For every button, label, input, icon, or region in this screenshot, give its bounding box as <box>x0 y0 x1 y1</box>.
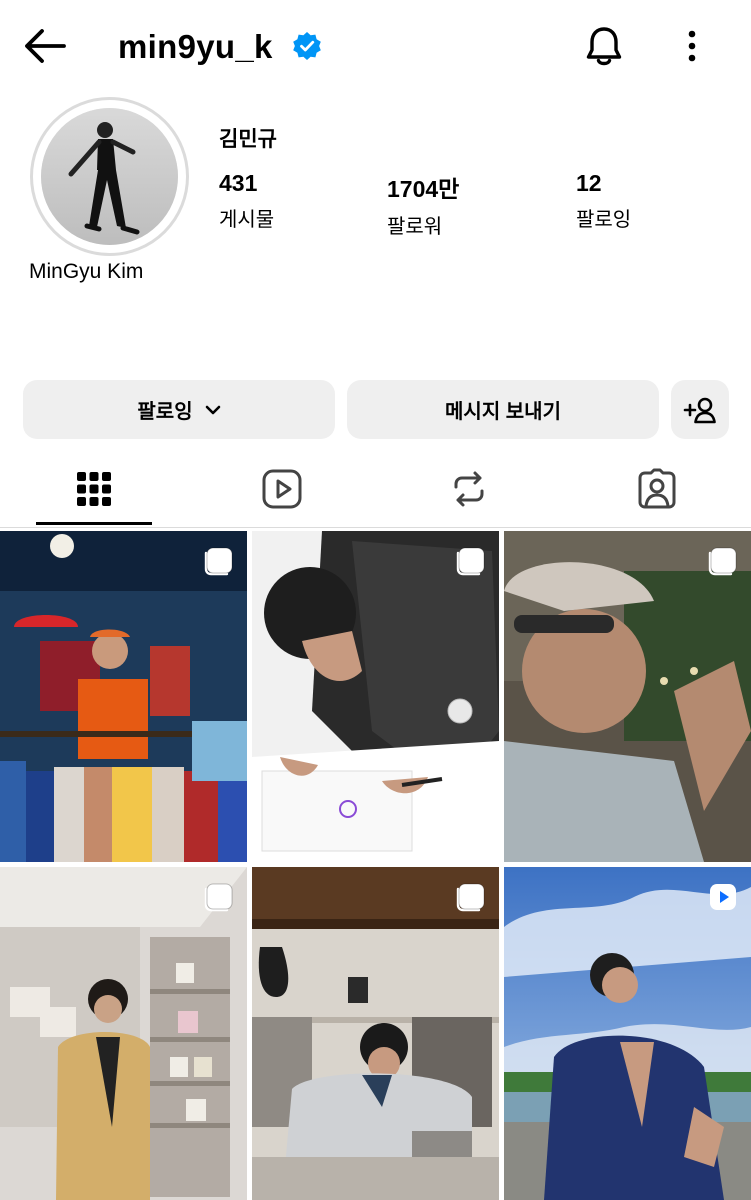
post-thumbnail[interactable] <box>252 531 499 862</box>
carousel-icon <box>708 547 737 576</box>
stat-followers-value: 1704만 <box>387 176 460 202</box>
carousel-icon <box>456 883 485 912</box>
post-thumbnail[interactable] <box>504 867 751 1200</box>
stat-followers[interactable]: 1704만 팔로워 <box>387 170 459 239</box>
following-button-label: 팔로잉 <box>137 401 193 423</box>
stat-following-value: 12 <box>576 170 602 196</box>
post-image-drawing <box>252 531 499 862</box>
grid-icon <box>77 472 111 506</box>
post-image-outdoor-sky <box>504 867 751 1200</box>
stat-following[interactable]: 12 팔로잉 <box>576 170 631 232</box>
profile-full-name: 김민규 <box>219 128 277 151</box>
suggest-users-button[interactable] <box>671 380 729 439</box>
profile-username: min9yu_k <box>118 28 273 65</box>
reel-icon <box>710 884 736 910</box>
notification-bell-icon[interactable] <box>582 24 626 68</box>
active-tab-indicator <box>36 522 152 525</box>
verified-badge-icon <box>293 32 321 60</box>
stat-followers-label: 팔로워 <box>387 216 443 238</box>
back-arrow-icon[interactable] <box>22 26 68 66</box>
chevron-down-icon <box>205 405 220 414</box>
post-image-clothing-store <box>0 531 247 862</box>
following-button[interactable]: 팔로잉 <box>23 380 335 439</box>
tab-reels[interactable] <box>207 455 357 523</box>
tab-posts-grid[interactable] <box>19 455 169 523</box>
post-thumbnail[interactable] <box>252 867 499 1200</box>
post-thumbnail[interactable] <box>0 867 247 1200</box>
tab-reposts[interactable] <box>394 455 544 523</box>
add-person-icon <box>683 397 716 423</box>
tab-tagged[interactable] <box>582 455 732 523</box>
top-bar: min9yu_k <box>0 0 751 92</box>
carousel-icon <box>204 547 233 576</box>
repost-icon <box>454 471 484 507</box>
more-options-icon[interactable] <box>680 27 704 67</box>
profile-display-name: MinGyu Kim <box>29 260 144 283</box>
post-image-boutique <box>0 867 247 1200</box>
send-message-button-label: 메시지 보내기 <box>445 401 561 423</box>
stat-following-label: 팔로잉 <box>576 209 632 231</box>
profile-avatar[interactable] <box>41 108 178 245</box>
post-thumbnail[interactable] <box>504 531 751 862</box>
stat-posts-value: 431 <box>219 170 258 196</box>
stat-posts[interactable]: 431 게시물 <box>219 170 274 232</box>
stat-posts-label: 게시물 <box>219 209 275 231</box>
carousel-icon <box>204 883 233 912</box>
carousel-icon <box>456 547 485 576</box>
post-image-cap-drinking <box>504 531 751 862</box>
post-thumbnail[interactable] <box>0 531 247 862</box>
profile-tabs <box>0 455 751 527</box>
send-message-button[interactable]: 메시지 보내기 <box>347 380 659 439</box>
tagged-person-icon <box>638 468 676 509</box>
tabs-divider <box>0 527 751 528</box>
post-image-kitchen <box>252 867 499 1200</box>
reels-play-icon <box>262 469 302 509</box>
